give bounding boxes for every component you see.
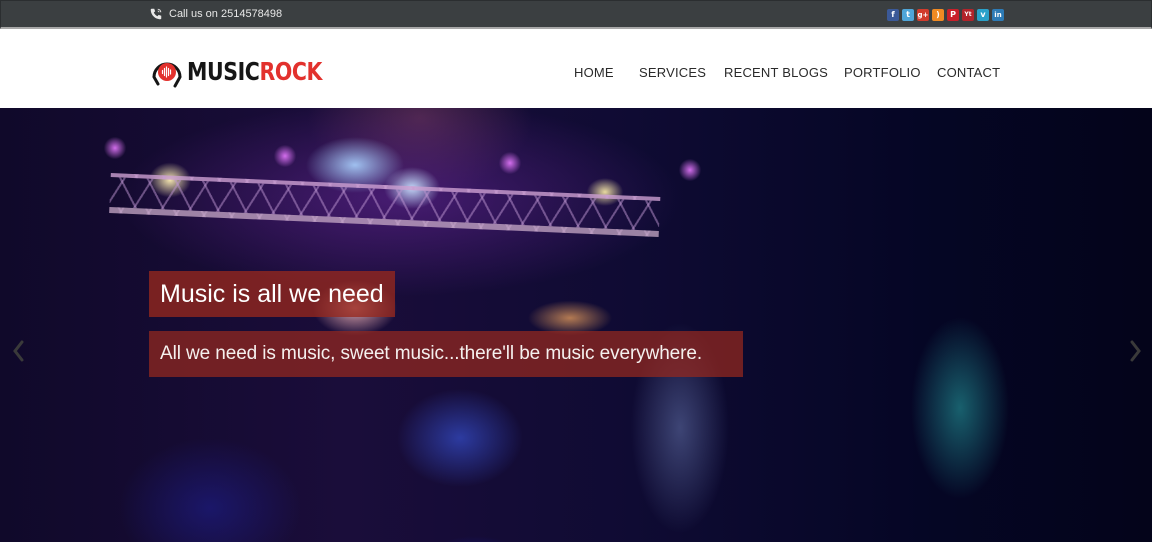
chevron-right-icon — [1130, 340, 1141, 362]
nav-home[interactable]: HOME — [574, 65, 614, 80]
nav-services[interactable]: SERVICES — [639, 65, 706, 80]
pinterest-icon[interactable]: P — [947, 9, 959, 21]
phone-text: Call us on 2514578498 — [169, 8, 283, 20]
hero-slider: Music is all we need All we need is musi… — [0, 108, 1152, 542]
hero-title: Music is all we need — [149, 271, 395, 317]
slider-prev-button[interactable] — [6, 336, 30, 366]
vimeo-icon[interactable]: v — [977, 9, 989, 21]
twitter-icon[interactable]: t — [902, 9, 914, 21]
facebook-icon[interactable]: f — [887, 9, 899, 21]
site-logo[interactable]: MUSICROCK — [149, 53, 352, 89]
phone-contact: Call us on 2514578498 — [149, 7, 282, 21]
nav-recent-blogs[interactable]: RECENT BLOGS — [724, 65, 828, 80]
google-plus-icon[interactable]: g+ — [917, 9, 929, 21]
headphones-logo-icon — [152, 62, 182, 88]
logo-text: MUSICROCK — [187, 56, 322, 86]
rss-icon[interactable]: ) — [932, 9, 944, 21]
nav-contact[interactable]: CONTACT — [937, 65, 1000, 80]
top-bar: Call us on 2514578498 f t g+ ) P Yt v in — [0, 0, 1152, 29]
nav-portfolio[interactable]: PORTFOLIO — [844, 65, 921, 80]
hero-subtitle: All we need is music, sweet music...ther… — [149, 331, 743, 377]
slider-next-button[interactable] — [1124, 336, 1148, 366]
social-links: f t g+ ) P Yt v in — [887, 9, 1004, 21]
chevron-left-icon — [13, 340, 24, 362]
youtube-icon[interactable]: Yt — [962, 9, 974, 21]
site-header: MUSICROCK HOME SERVICES RECENT BLOGS POR… — [0, 29, 1152, 108]
phone-icon — [150, 8, 162, 20]
linkedin-icon[interactable]: in — [992, 9, 1004, 21]
hero-background-image — [0, 108, 1152, 542]
